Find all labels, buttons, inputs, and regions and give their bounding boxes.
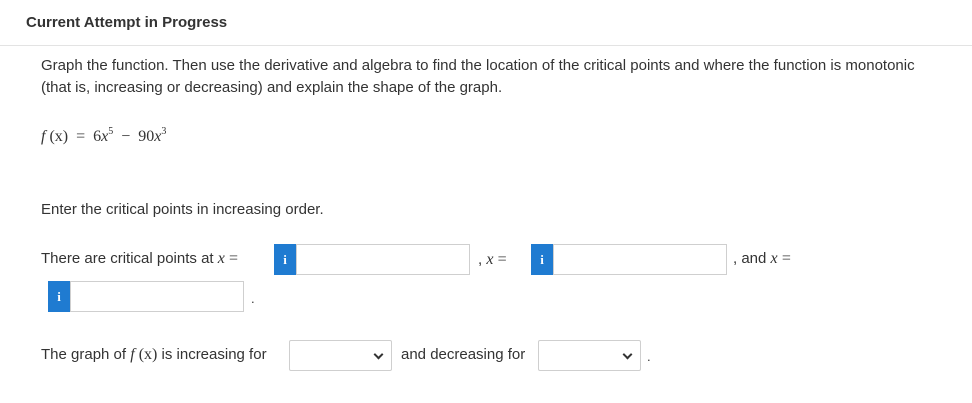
critical-points-label: There are critical points at x = — [41, 248, 238, 270]
x-var-2: x — [486, 251, 494, 268]
monotonic-func-name: f — [130, 346, 135, 363]
and-text: , and — [733, 250, 767, 267]
equals-sign: = — [76, 128, 86, 145]
decreasing-text: and decreasing for — [401, 346, 526, 363]
chevron-down-icon — [622, 349, 633, 360]
separator-2: , and x = — [733, 248, 791, 270]
chevron-down-icon — [373, 349, 384, 360]
critical-point-3-input[interactable] — [70, 281, 244, 312]
separator-1: , x = — [478, 249, 507, 271]
x-var-1: x — [217, 250, 225, 267]
minus-sign: − — [121, 128, 131, 145]
info-icon[interactable]: i — [531, 244, 553, 275]
function-definition: f (x) = 6x5 − 90x3 — [41, 126, 166, 146]
function-name: f — [41, 128, 46, 145]
equals-2: = — [497, 251, 507, 268]
info-icon[interactable]: i — [48, 281, 70, 312]
question-panel: Graph the function. Then use the derivat… — [0, 46, 972, 403]
function-arg: (x) — [49, 128, 69, 145]
monotonic-lead: The graph of — [41, 346, 127, 363]
term1-coef: 6 — [93, 128, 102, 145]
decreasing-interval-select[interactable] — [538, 340, 641, 371]
info-icon[interactable]: i — [274, 244, 296, 275]
monotonic-func-arg: (x) — [138, 346, 158, 363]
attempt-header: Current Attempt in Progress — [0, 0, 972, 46]
increasing-interval-select[interactable] — [289, 340, 392, 371]
term1-exp: 5 — [108, 126, 114, 137]
equals-3: = — [781, 250, 791, 267]
term2-exp: 3 — [161, 126, 167, 137]
x-var-3: x — [770, 250, 778, 267]
page-title: Current Attempt in Progress — [26, 14, 228, 31]
monotonic-label: The graph of f (x) is increasing for — [41, 344, 267, 366]
period-1: . — [251, 291, 255, 306]
critical-point-2-input[interactable] — [553, 244, 727, 275]
critical-point-1-input[interactable] — [296, 244, 470, 275]
equals-1: = — [229, 250, 239, 267]
order-prompt: Enter the critical points in increasing … — [41, 201, 324, 218]
term2-coef: 90 — [138, 128, 155, 145]
comma-1: , — [478, 251, 483, 268]
increasing-text: is increasing for — [161, 346, 267, 363]
period-2: . — [647, 349, 651, 364]
instruction-line-2: (that is, increasing or decreasing) and … — [41, 79, 503, 96]
critical-points-lead: There are critical points at — [41, 250, 214, 267]
instruction-line-1: Graph the function. Then use the derivat… — [41, 57, 915, 74]
